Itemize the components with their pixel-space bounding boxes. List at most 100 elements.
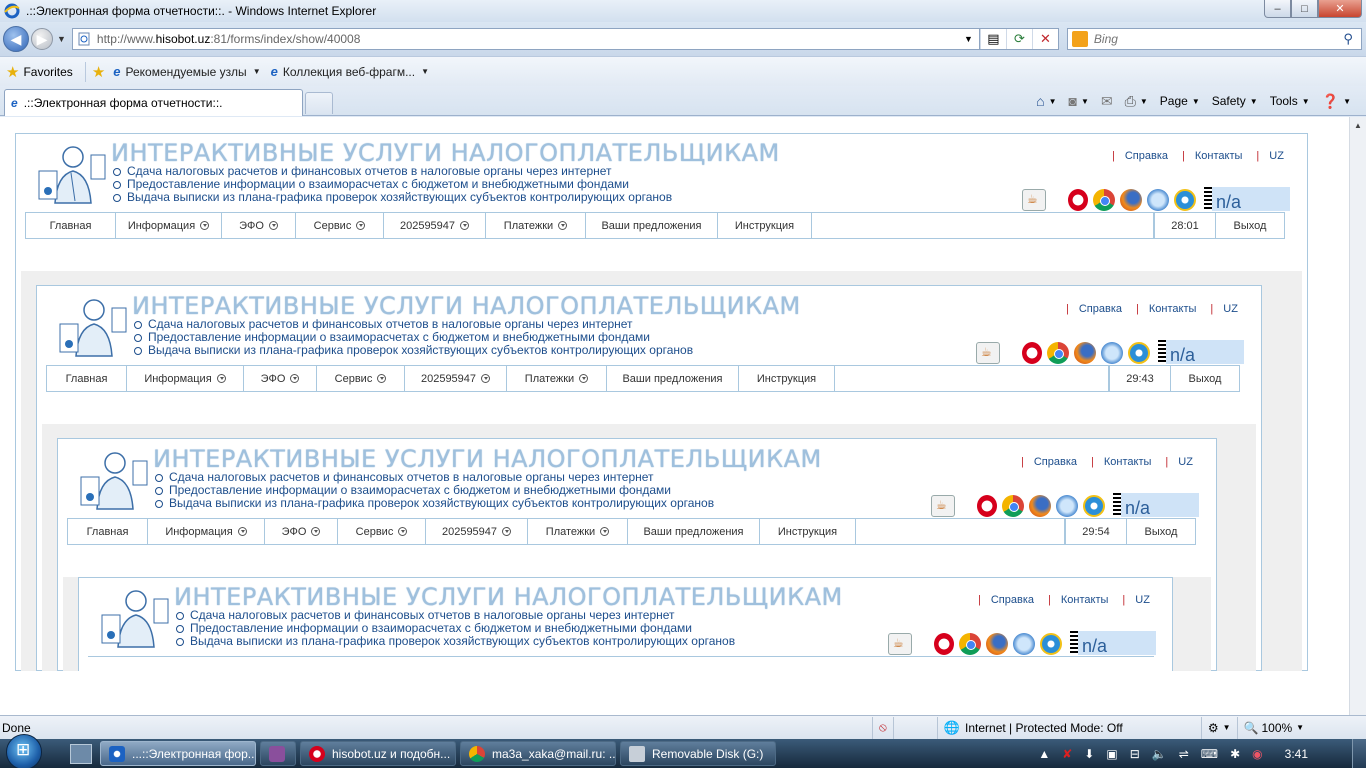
ie-browser-icon[interactable] [1083, 495, 1105, 517]
language-uz-link[interactable]: UZ [1269, 150, 1284, 162]
search-box[interactable]: ⚲ [1066, 28, 1362, 50]
java-icon[interactable] [1022, 189, 1046, 211]
menu-manual[interactable]: Инструкция [739, 366, 835, 391]
page-menu[interactable]: Page ▼ [1155, 91, 1205, 111]
contacts-link[interactable]: Контакты [1104, 456, 1152, 468]
safari-icon[interactable] [1056, 495, 1078, 517]
menu-payments[interactable]: Платежки [507, 366, 607, 391]
new-tab-button[interactable] [305, 92, 333, 114]
menu-exit[interactable]: Выход [1216, 213, 1284, 238]
menu-manual[interactable]: Инструкция [718, 213, 812, 238]
java-icon[interactable] [888, 633, 912, 655]
tab-active[interactable]: e .::Электронная форма отчетности::. [4, 89, 303, 116]
firefox-icon[interactable] [1120, 189, 1142, 211]
menu-efo[interactable]: ЭФО [244, 366, 317, 391]
safari-icon[interactable] [1013, 633, 1035, 655]
compatibility-view-icon[interactable]: ▤ [979, 29, 1006, 49]
protected-mode-button[interactable]: ⚙ ▼ [1200, 716, 1237, 739]
zoom-button[interactable]: 🔍 100% ▼ [1236, 716, 1311, 739]
language-uz-link[interactable]: UZ [1178, 456, 1193, 468]
start-button[interactable] [6, 733, 42, 768]
menu-info[interactable]: Информация [148, 519, 265, 544]
language-uz-link[interactable]: UZ [1135, 594, 1150, 606]
update-icon[interactable]: ⬇ [1084, 747, 1094, 761]
favorite-link-web-slices[interactable]: e Коллекция веб-фрагм... ▼ [271, 64, 429, 79]
maximize-button[interactable]: □ [1291, 0, 1318, 18]
help-button[interactable]: ❓ ▼ [1317, 91, 1356, 111]
keyboard-icon[interactable]: ⌨ [1201, 747, 1218, 761]
popup-blocker-cell[interactable]: ⦸ [872, 716, 893, 739]
feeds-button[interactable]: ◙ ▼ [1064, 91, 1094, 111]
firefox-icon[interactable] [1029, 495, 1051, 517]
show-desktop-quick-icon[interactable] [70, 743, 92, 764]
show-desktop-button[interactable] [1352, 739, 1366, 768]
ie-browser-icon[interactable] [1174, 189, 1196, 211]
tools-menu[interactable]: Tools ▼ [1265, 91, 1315, 111]
network-icon[interactable]: ⊟ [1130, 747, 1140, 761]
menu-service[interactable]: Сервис [317, 366, 405, 391]
forward-button[interactable]: ▶ [31, 28, 53, 50]
close-window-button[interactable]: ✕ [1318, 0, 1362, 18]
help-link[interactable]: Справка [1079, 303, 1122, 315]
taskbar-save-window[interactable] [260, 741, 296, 766]
chrome-icon[interactable] [1093, 189, 1115, 211]
firefox-icon[interactable] [986, 633, 1008, 655]
menu-info[interactable]: Информация [127, 366, 244, 391]
usb-icon[interactable]: ⇌ [1179, 747, 1189, 761]
menu-suggestions[interactable]: Ваши предложения [586, 213, 718, 238]
volume-icon[interactable]: 🔈 [1152, 747, 1167, 761]
url-text[interactable]: http://www.hisobot.uz:81/forms/index/sho… [97, 32, 360, 46]
address-dropdown-icon[interactable]: ▼ [964, 34, 973, 44]
ie-browser-icon[interactable] [1128, 342, 1150, 364]
search-input[interactable] [1093, 32, 1314, 46]
help-link[interactable]: Справка [1034, 456, 1077, 468]
java-icon[interactable] [931, 495, 955, 517]
menu-tin[interactable]: 202595947 [384, 213, 486, 238]
chrome-icon[interactable] [959, 633, 981, 655]
safety-menu[interactable]: Safety ▼ [1207, 91, 1263, 111]
menu-exit[interactable]: Выход [1171, 366, 1239, 391]
safari-icon[interactable] [1101, 342, 1123, 364]
help-link[interactable]: Справка [1125, 150, 1168, 162]
minimize-button[interactable]: – [1264, 0, 1291, 18]
vertical-scrollbar[interactable]: ▲ [1349, 117, 1366, 715]
taskbar-ie-window[interactable]: ...::Электронная фор... [100, 741, 256, 766]
menu-tin[interactable]: 202595947 [405, 366, 507, 391]
menu-service[interactable]: Сервис [296, 213, 384, 238]
security-zone-cell[interactable]: 🌐 Internet | Protected Mode: Off [936, 716, 1201, 739]
help-link[interactable]: Справка [991, 594, 1034, 606]
contacts-link[interactable]: Контакты [1195, 150, 1243, 162]
menu-payments[interactable]: Платежки [486, 213, 586, 238]
firefox-icon[interactable] [1074, 342, 1096, 364]
menu-efo[interactable]: ЭФО [265, 519, 338, 544]
ie-browser-icon[interactable] [1040, 633, 1062, 655]
menu-suggestions[interactable]: Ваши предложения [607, 366, 739, 391]
menu-home[interactable]: Главная [68, 519, 148, 544]
scroll-up-icon[interactable]: ▲ [1350, 117, 1366, 134]
opera-icon[interactable] [1068, 189, 1088, 211]
print-button[interactable]: ⎙ ▼ [1120, 91, 1153, 111]
chrome-icon[interactable] [1047, 342, 1069, 364]
menu-tin[interactable]: 202595947 [426, 519, 528, 544]
java-icon[interactable] [976, 342, 1000, 364]
bluetooth-icon[interactable]: ✱ [1230, 747, 1240, 761]
menu-suggestions[interactable]: Ваши предложения [628, 519, 760, 544]
tray-expand-icon[interactable]: ▲ [1038, 747, 1050, 761]
refresh-icon[interactable]: ⟳ [1005, 29, 1032, 49]
safari-icon[interactable] [1147, 189, 1169, 211]
taskbar-opera-window[interactable]: hisobot.uz и подобн... [300, 741, 456, 766]
menu-efo[interactable]: ЭФО [222, 213, 296, 238]
address-bar[interactable]: http://www.hisobot.uz:81/forms/index/sho… [71, 28, 980, 50]
menu-home[interactable]: Главная [26, 213, 116, 238]
menu-home[interactable]: Главная [47, 366, 127, 391]
search-icon[interactable]: ⚲ [1343, 31, 1353, 47]
back-button[interactable]: ◀ [3, 26, 29, 52]
home-button[interactable]: ⌂ ▼ [1031, 91, 1061, 111]
opera-icon[interactable] [977, 495, 997, 517]
wifi-icon[interactable]: ◉ [1252, 747, 1262, 761]
menu-manual[interactable]: Инструкция [760, 519, 856, 544]
language-uz-link[interactable]: UZ [1223, 303, 1238, 315]
add-favorite-icon[interactable]: ★ [92, 63, 105, 81]
contacts-link[interactable]: Контакты [1149, 303, 1197, 315]
chrome-icon[interactable] [1002, 495, 1024, 517]
